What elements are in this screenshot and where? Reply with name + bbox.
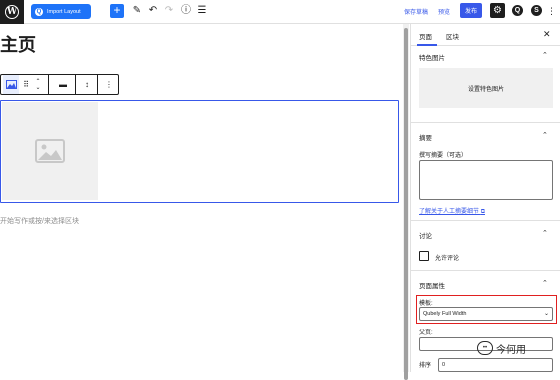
page-title[interactable]: 主页 <box>0 31 36 57</box>
sidebar-tabs: 页面 区块 ✕ <box>411 24 560 46</box>
order-input[interactable]: 0 <box>438 358 553 372</box>
discussion-heading[interactable]: 讨论 <box>419 230 432 240</box>
plugin-s-icon[interactable]: S <box>531 5 542 16</box>
more-options-icon[interactable]: ⋮ <box>547 4 556 18</box>
import-layout-label: Import Layout <box>47 8 81 15</box>
height-icon[interactable]: ↕ <box>78 75 96 94</box>
tab-page[interactable]: 页面 <box>419 31 432 41</box>
template-highlight-box <box>416 295 557 324</box>
move-up-down-icon[interactable]: ⌃ ⌄ <box>33 75 43 94</box>
wordpress-logo-icon[interactable]: W <box>0 0 24 24</box>
settings-sidebar: 页面 区块 ✕ 特色图片 ⌃ 设置特色图片 摘要 ⌃ 撰写摘要（可选） 了解关于… <box>410 24 560 372</box>
drag-handle-icon[interactable]: ⠿ <box>21 75 31 94</box>
block-options-icon[interactable]: ⋮ <box>100 75 118 94</box>
block-toolbar: ⠿ ⌃ ⌄ ▬ ↕ ⋮ <box>0 74 119 95</box>
page-attributes-heading[interactable]: 页面属性 <box>419 280 445 290</box>
external-link-icon: ⧉ <box>480 209 485 215</box>
image-placeholder-icon <box>35 139 65 163</box>
qubely-icon: Q <box>35 7 43 16</box>
watermark: •• 今何用 <box>477 337 557 359</box>
add-block-button[interactable]: + <box>110 4 124 18</box>
allow-comments-checkbox[interactable] <box>419 251 429 261</box>
image-block-type-icon[interactable] <box>3 75 19 94</box>
settings-gear-icon[interactable]: ⚙ <box>490 3 505 18</box>
image-placeholder[interactable] <box>2 102 98 200</box>
edit-pencil-icon[interactable]: ✎ <box>131 4 143 18</box>
chevron-up-icon[interactable]: ⌃ <box>542 229 548 237</box>
info-icon[interactable]: ⓘ <box>180 4 192 18</box>
import-layout-button[interactable]: Q Import Layout <box>31 4 91 19</box>
align-icon[interactable]: ▬ <box>53 75 73 94</box>
excerpt-help-link[interactable]: 了解关于人工摘要细节 ⧉ <box>419 206 485 216</box>
undo-icon[interactable]: ↶ <box>147 4 159 18</box>
order-label: 排序 <box>419 363 432 369</box>
chevron-up-icon[interactable]: ⌃ <box>542 279 548 287</box>
preview-button[interactable]: 预览 <box>438 7 450 16</box>
top-toolbar: W Q Import Layout + ✎ ↶ ↷ ⓘ ☰ 保存草稿 预览 发布… <box>0 0 560 24</box>
chevron-up-icon[interactable]: ⌃ <box>542 131 548 139</box>
image-block[interactable] <box>0 100 399 203</box>
set-featured-image-button[interactable]: 设置特色图片 <box>419 68 553 108</box>
excerpt-label: 撰写摘要（可选） <box>419 153 468 159</box>
close-icon[interactable]: ✕ <box>543 29 551 40</box>
tab-block[interactable]: 区块 <box>446 31 459 41</box>
parent-page-label: 父页: <box>419 330 433 336</box>
empty-block-hint[interactable]: 开始写作或按/来选择区块 <box>0 216 79 226</box>
chat-bubble-icon: •• <box>477 341 493 355</box>
qubely-round-icon[interactable]: Q <box>512 5 523 16</box>
save-draft-button[interactable]: 保存草稿 <box>404 7 428 16</box>
excerpt-textarea[interactable] <box>419 160 553 200</box>
featured-image-heading[interactable]: 特色图片 <box>419 52 445 62</box>
excerpt-heading[interactable]: 摘要 <box>419 132 432 142</box>
chevron-up-icon[interactable]: ⌃ <box>542 51 548 59</box>
allow-comments-label: 允许评论 <box>435 256 460 262</box>
redo-icon[interactable]: ↷ <box>163 4 175 18</box>
editor-scrollbar[interactable] <box>403 24 409 380</box>
publish-button[interactable]: 发布 <box>460 3 482 18</box>
list-view-icon[interactable]: ☰ <box>196 4 208 18</box>
